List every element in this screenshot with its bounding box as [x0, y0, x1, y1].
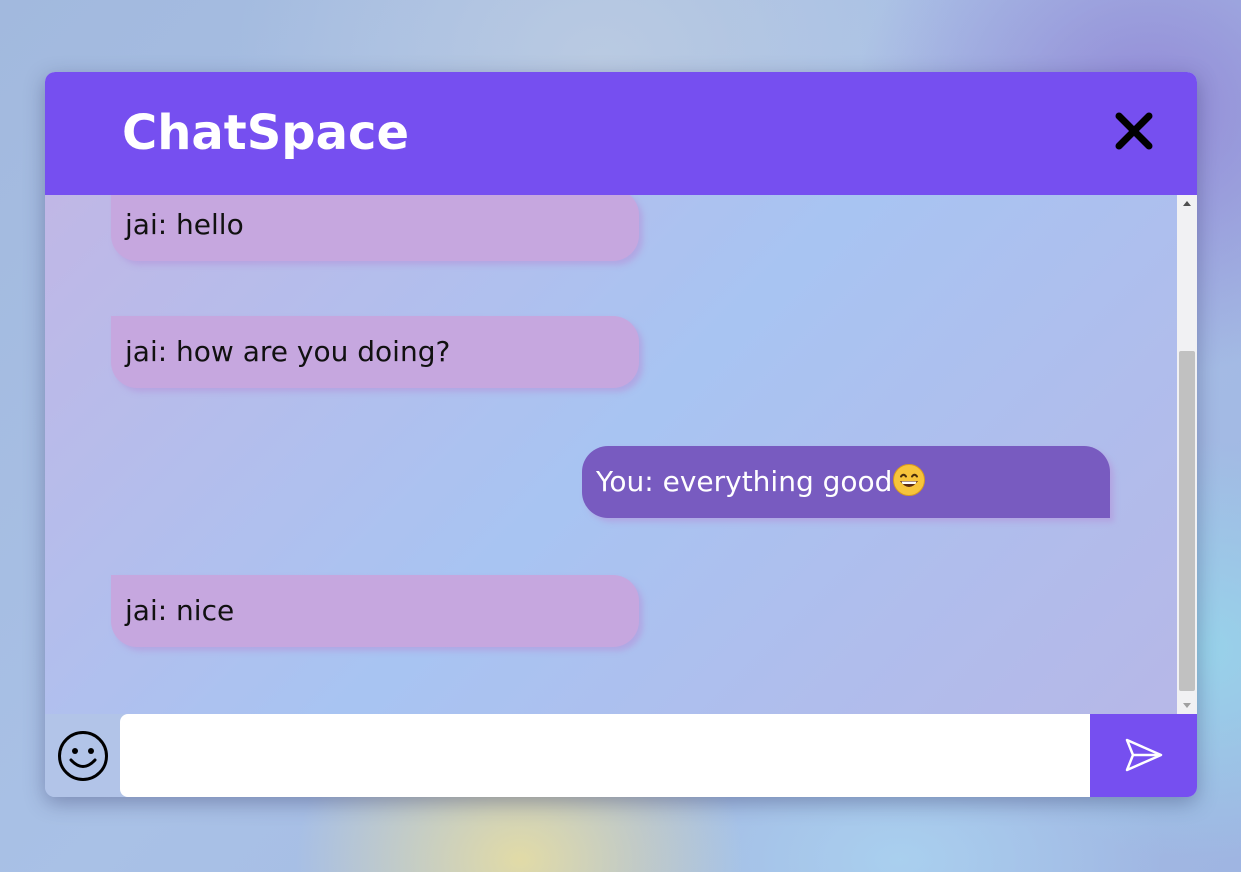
message-composer: [45, 714, 1197, 797]
close-icon: [1115, 112, 1153, 150]
grinning-face-emoji: [893, 464, 926, 496]
chat-header: ChatSpace: [45, 72, 1197, 195]
message-text: jai: hello: [125, 208, 244, 241]
send-button[interactable]: [1090, 714, 1197, 797]
message-input[interactable]: [120, 714, 1090, 797]
scroll-down-button[interactable]: [1177, 696, 1197, 714]
message-text: You: everything good: [596, 465, 893, 498]
emoji-button[interactable]: [56, 729, 110, 783]
chat-window: ChatSpace jai: hello jai: how are you do…: [45, 72, 1197, 797]
send-icon: [1125, 738, 1163, 772]
close-button[interactable]: [1113, 110, 1157, 154]
app-title: ChatSpace: [122, 105, 410, 161]
scroll-thumb[interactable]: [1179, 351, 1195, 691]
message-incoming: jai: hello: [111, 195, 639, 261]
message-list[interactable]: jai: hello jai: how are you doing? You: …: [45, 195, 1177, 714]
message-outgoing: You: everything good: [582, 446, 1110, 518]
message-incoming: jai: nice: [111, 575, 639, 647]
scroll-up-button[interactable]: [1177, 195, 1197, 213]
scroll-up-icon: [1183, 201, 1191, 206]
smiley-icon: [58, 731, 108, 781]
message-incoming: jai: how are you doing?: [111, 316, 639, 388]
message-text: jai: how are you doing?: [125, 335, 451, 368]
message-text: jai: nice: [125, 594, 235, 627]
message-scrollbar[interactable]: [1177, 195, 1197, 714]
scroll-down-icon: [1183, 703, 1191, 708]
